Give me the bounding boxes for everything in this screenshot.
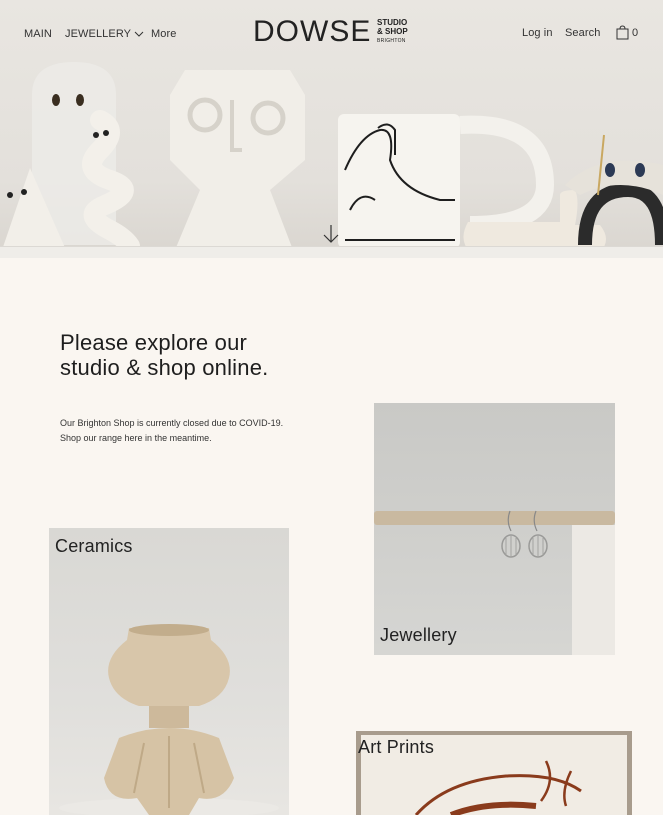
cart-count: 0 [632, 26, 639, 39]
arrow-down-icon[interactable] [322, 224, 340, 244]
shopping-bag-icon [616, 25, 629, 40]
nav-link-more[interactable]: More [151, 28, 176, 40]
jewellery-image [374, 510, 615, 655]
hero-banner: MAIN JEWELLERY More DOWSE STUDIO & SHOP … [0, 0, 663, 258]
logo-tagline: STUDIO & SHOP BRIGHTON [377, 18, 417, 46]
search-link[interactable]: Search [565, 27, 600, 39]
nav-link-main[interactable]: MAIN [24, 28, 52, 40]
collection-label-ceramics: Ceramics [55, 536, 133, 556]
collection-card-jewellery[interactable]: Jewellery [374, 403, 615, 655]
collection-label-art-prints: Art Prints [358, 737, 435, 757]
logo-line-brighton: BRIGHTON [377, 38, 406, 44]
shelf [0, 246, 663, 258]
collection-card-ceramics[interactable]: Ceramics [49, 528, 289, 815]
intro-text: Our Brighton Shop is currently closed du… [60, 418, 284, 443]
top-navigation: MAIN JEWELLERY More DOWSE STUDIO & SHOP … [0, 0, 663, 66]
collection-label-jewellery: Jewellery [380, 625, 457, 645]
logo-line-studio: STUDIO [377, 18, 408, 27]
logo-line-shop: & SHOP [377, 27, 408, 36]
chevron-down-icon [134, 31, 144, 37]
collection-card-art-prints[interactable]: Art Prints [356, 731, 632, 815]
nav-link-jewellery-label: JEWELLERY [65, 28, 132, 40]
logo-wordmark: DOWSE [253, 15, 372, 48]
site-logo[interactable]: DOWSE STUDIO & SHOP BRIGHTON [253, 15, 413, 49]
ceramics-image [59, 624, 279, 815]
nav-link-jewellery[interactable]: JEWELLERY [65, 28, 144, 40]
login-link[interactable]: Log in [522, 27, 553, 39]
cart-button[interactable]: 0 [616, 25, 638, 40]
intro-heading: Please explore our studio & shop online. [60, 330, 269, 380]
